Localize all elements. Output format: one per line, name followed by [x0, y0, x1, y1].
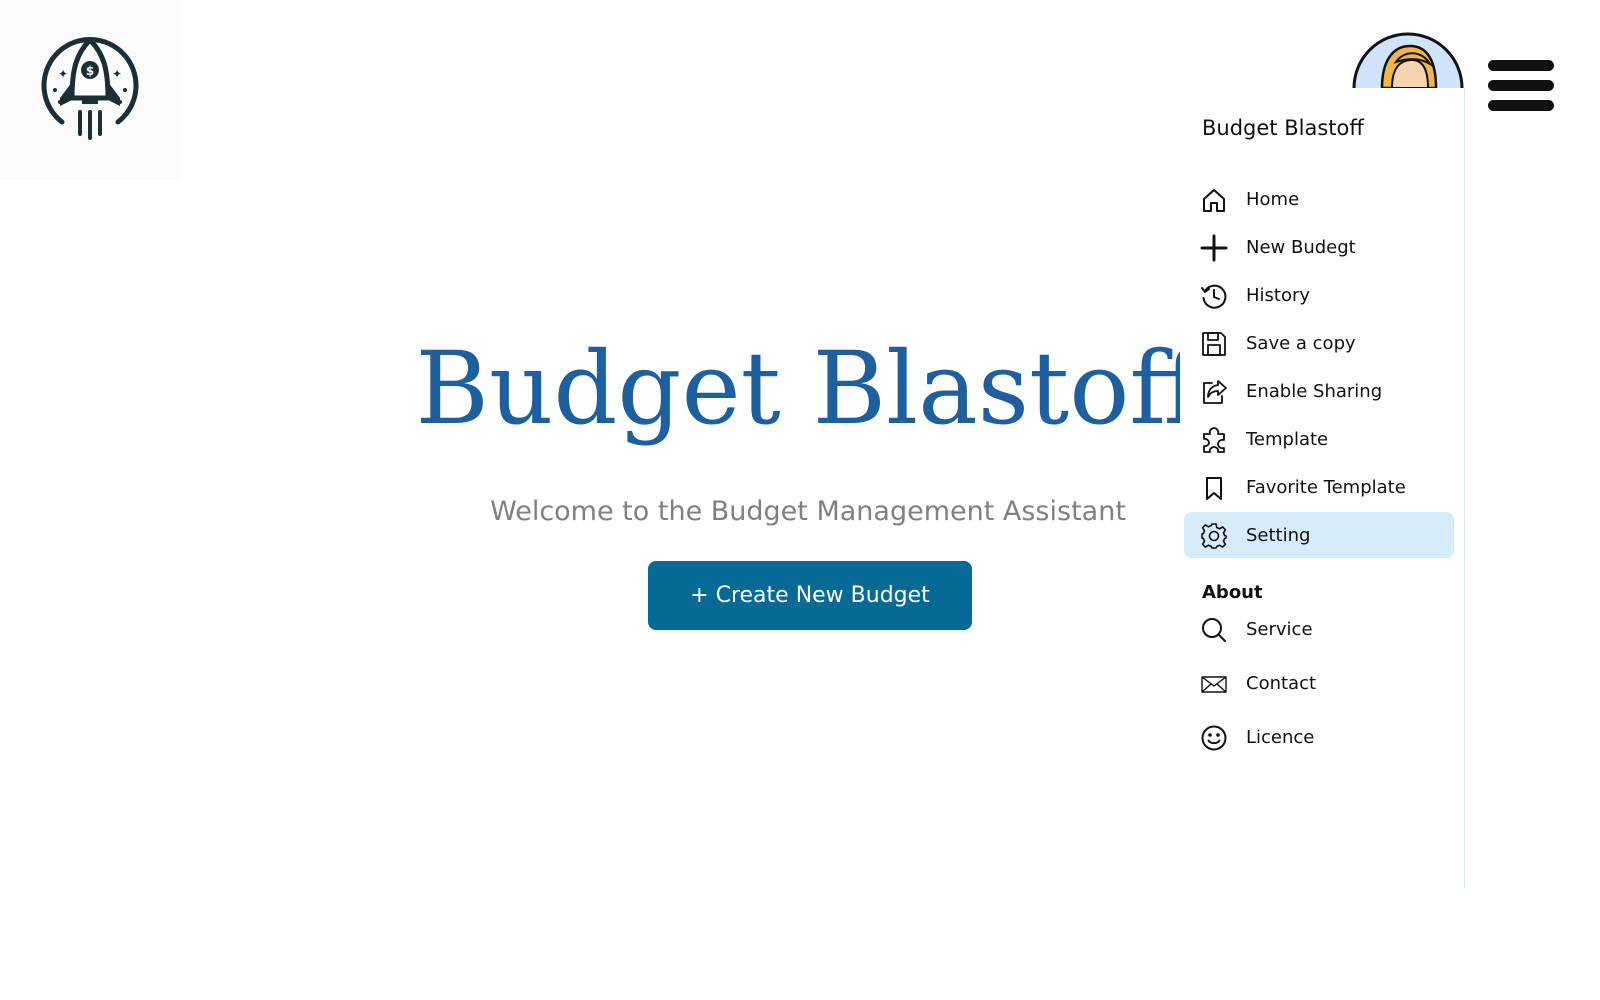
menu-bar	[1488, 80, 1554, 91]
drawer-title: Budget Blastoff	[1202, 116, 1364, 140]
menu-item-contact[interactable]: Contact	[1184, 660, 1454, 706]
save-icon	[1202, 332, 1226, 356]
mail-icon	[1201, 676, 1227, 693]
gear-icon	[1201, 523, 1227, 549]
menu-bar	[1488, 100, 1554, 111]
menu-bar	[1488, 60, 1554, 71]
menu-item-licence[interactable]: Licence	[1184, 714, 1454, 760]
menu-item-label: Service	[1246, 619, 1313, 640]
menu-item-home[interactable]: Home	[1184, 176, 1454, 222]
about-section-label: About	[1202, 582, 1263, 603]
menu-item-history[interactable]: History	[1184, 272, 1454, 318]
create-new-budget-button[interactable]: + Create New Budget	[648, 561, 972, 630]
svg-text:✦: ✦	[112, 67, 122, 81]
menu-item-label: Save a copy	[1246, 333, 1356, 354]
logo-container: $ ✦ ✦	[0, 0, 180, 180]
menu-item-label: Favorite Template	[1246, 477, 1406, 498]
user-avatar-icon	[1352, 32, 1464, 88]
menu-item-label: History	[1246, 285, 1311, 306]
share-icon	[1203, 380, 1227, 404]
menu-item-enable-sharing[interactable]: Enable Sharing	[1184, 368, 1454, 414]
smile-icon	[1201, 725, 1227, 751]
bookmark-icon	[1206, 477, 1222, 500]
rocket-dollar-logo-icon: $ ✦ ✦	[41, 37, 139, 140]
menu-item-new-budget[interactable]: New Budegt	[1184, 224, 1454, 270]
menu-item-label: Home	[1246, 189, 1300, 210]
menu-item-favorite-template[interactable]: Favorite Template	[1184, 464, 1454, 510]
history-icon	[1201, 284, 1227, 309]
home-icon	[1203, 189, 1225, 212]
menu-item-save-copy[interactable]: Save a copy	[1184, 320, 1454, 366]
menu-item-label: Setting	[1246, 525, 1311, 546]
search-icon	[1202, 618, 1226, 642]
hamburger-menu-button[interactable]	[1488, 60, 1554, 120]
puzzle-icon	[1203, 427, 1225, 453]
user-avatar[interactable]	[1352, 32, 1464, 88]
menu-item-label: Licence	[1246, 727, 1315, 748]
menu-item-template[interactable]: Template	[1184, 416, 1454, 462]
svg-text:✦: ✦	[58, 67, 68, 81]
menu-item-label: Template	[1246, 429, 1329, 450]
menu-item-label: Contact	[1246, 673, 1317, 694]
menu-item-label: New Budegt	[1246, 237, 1356, 258]
menu-item-service[interactable]: Service	[1184, 606, 1454, 652]
svg-text:$: $	[86, 64, 94, 78]
plus-icon	[1200, 234, 1228, 262]
menu-item-label: Enable Sharing	[1246, 381, 1383, 402]
menu-item-setting[interactable]: Setting	[1184, 512, 1454, 558]
navigation-drawer: Budget Blastoff Home New Budegt History …	[1180, 88, 1465, 888]
